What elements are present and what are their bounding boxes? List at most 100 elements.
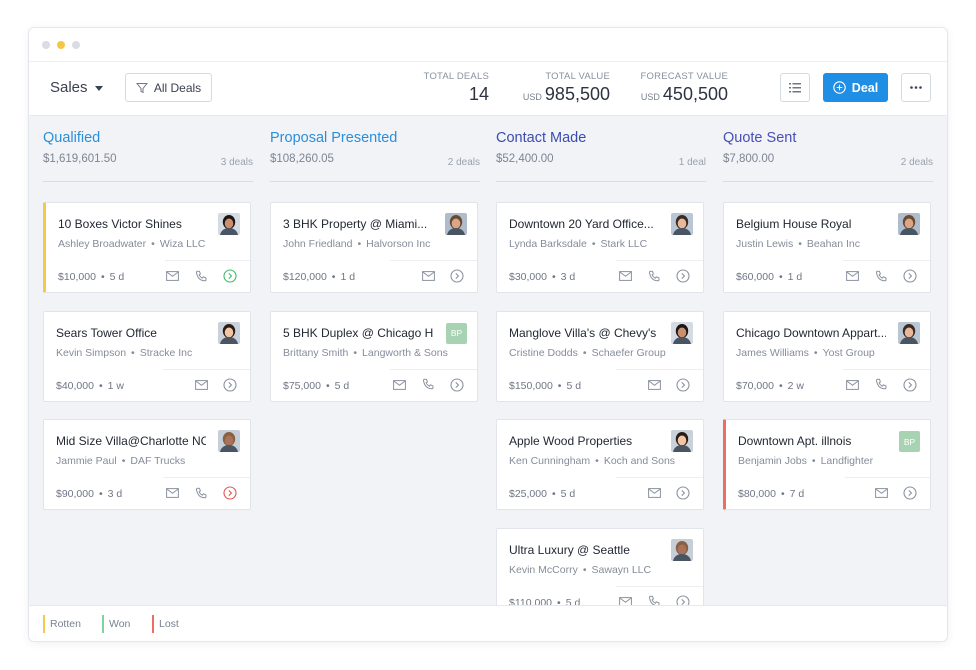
mail-icon[interactable] <box>843 376 861 394</box>
chevron-right-circle-icon[interactable] <box>221 267 239 285</box>
avatar <box>218 430 240 452</box>
mail-icon[interactable] <box>616 267 634 285</box>
window-dot-2[interactable] <box>57 41 65 49</box>
deal-title[interactable]: Chicago Downtown Appart... <box>736 326 886 340</box>
chevron-right-circle-icon[interactable] <box>901 484 919 502</box>
mail-icon[interactable] <box>163 267 181 285</box>
deal-person[interactable]: Jammie Paul <box>56 455 117 467</box>
mail-icon[interactable] <box>843 267 861 285</box>
deal-value: $80,000 <box>738 488 776 500</box>
chevron-right-circle-icon[interactable] <box>901 267 919 285</box>
deal-person[interactable]: Brittany Smith <box>283 347 348 359</box>
deal-card[interactable]: Downtown 20 Yard Office... Lynda Barksdal… <box>496 202 704 293</box>
deal-card[interactable]: Ultra Luxury @ Seattle Kevin McCorry • Sawa… <box>496 527 704 607</box>
list-view-button[interactable] <box>780 73 810 102</box>
separator-dot: • <box>582 346 587 359</box>
deal-title[interactable]: Manglove Villa's @ Chevy's <box>509 326 656 340</box>
column-title[interactable]: Quote Sent <box>723 130 933 146</box>
deal-person[interactable]: Ashley Broadwater <box>58 238 146 250</box>
deal-title[interactable]: Mid Size Villa@Charlotte NC <box>56 434 206 448</box>
deal-title[interactable]: 10 Boxes Victor Shines <box>58 217 182 231</box>
deal-organization[interactable]: Wiza LLC <box>160 238 206 250</box>
phone-icon[interactable] <box>645 267 663 285</box>
filter-button[interactable]: All Deals <box>125 73 212 102</box>
deal-person[interactable]: John Friedland <box>283 238 352 250</box>
deal-title[interactable]: Sears Tower Office <box>56 326 157 340</box>
column-title[interactable]: Proposal Presented <box>270 130 480 146</box>
deal-card[interactable]: 10 Boxes Victor Shines Ashley Broadwater •… <box>43 202 251 293</box>
chevron-right-circle-icon[interactable] <box>448 267 466 285</box>
deal-organization[interactable]: Yost Group <box>823 347 875 359</box>
mail-icon[interactable] <box>645 484 663 502</box>
phone-icon[interactable] <box>872 376 890 394</box>
stat-value: 14 <box>424 84 489 105</box>
separator-dot: • <box>813 346 818 359</box>
phone-icon[interactable] <box>419 376 437 394</box>
chevron-right-circle-icon[interactable] <box>448 376 466 394</box>
chevron-right-circle-icon[interactable] <box>221 484 239 502</box>
window-dot-1[interactable] <box>42 41 50 49</box>
deal-person[interactable]: James Williams <box>736 347 809 359</box>
phone-icon[interactable] <box>192 484 210 502</box>
mail-icon[interactable] <box>872 484 890 502</box>
deal-title[interactable]: Downtown Apt. illnois <box>738 434 851 448</box>
deal-organization[interactable]: Landfighter <box>821 455 874 467</box>
deal-organization[interactable]: Halvorson Inc <box>366 238 430 250</box>
mail-icon[interactable] <box>192 376 210 394</box>
deal-person[interactable]: Ken Cunningham <box>509 455 590 467</box>
avatar <box>671 538 693 561</box>
deal-organization[interactable]: Beahan Inc <box>807 238 860 250</box>
deal-card[interactable]: Manglove Villa's @ Chevy's Cristine Dodds… <box>496 310 704 402</box>
phone-icon[interactable] <box>872 267 890 285</box>
chevron-right-circle-icon[interactable] <box>674 484 692 502</box>
card-actions <box>843 267 919 285</box>
deal-person[interactable]: Cristine Dodds <box>509 347 578 359</box>
status-legend: Rotten Won Lost <box>29 605 947 641</box>
deal-organization[interactable]: Stracke Inc <box>140 347 193 359</box>
deal-title[interactable]: Downtown 20 Yard Office... <box>509 217 654 231</box>
deal-person[interactable]: Kevin Simpson <box>56 347 126 359</box>
mail-icon[interactable] <box>163 484 181 502</box>
mail-icon[interactable] <box>390 376 408 394</box>
chevron-right-circle-icon[interactable] <box>674 376 692 394</box>
deal-organization[interactable]: Langworth & Sons <box>362 347 448 359</box>
deal-title[interactable]: Apple Wood Properties <box>509 434 632 448</box>
more-button[interactable] <box>901 73 931 102</box>
deal-card[interactable]: 3 BHK Property @ Miami... John Friedland •… <box>270 202 478 293</box>
mail-icon[interactable] <box>645 376 663 394</box>
deal-card[interactable]: Sears Tower Office Kevin Simpson • Stracke … <box>43 310 251 402</box>
pipeline-select[interactable]: Sales <box>50 79 103 96</box>
mail-icon[interactable] <box>419 267 437 285</box>
stat-total-value: TOTAL VALUE USD 985,500 <box>523 71 610 105</box>
deal-card[interactable]: 5 BHK Duplex @ Chicago H... BP Brittany Sm… <box>270 310 478 402</box>
deal-title[interactable]: Belgium House Royal <box>736 217 851 231</box>
add-deal-button[interactable]: Deal <box>823 73 888 102</box>
deal-person[interactable]: Lynda Barksdale <box>509 238 587 250</box>
deal-organization[interactable]: Stark LLC <box>601 238 648 250</box>
deal-title[interactable]: Ultra Luxury @ Seattle <box>509 543 630 557</box>
deal-card[interactable]: Belgium House Royal Justin Lewis • Beahan I… <box>723 202 931 293</box>
deal-card[interactable]: Downtown Apt. illnois BP Benjamin Jobs • Lan… <box>723 419 931 510</box>
deal-title[interactable]: 5 BHK Duplex @ Chicago H... <box>283 326 433 340</box>
deal-title[interactable]: 3 BHK Property @ Miami... <box>283 217 427 231</box>
avatar <box>671 430 693 452</box>
deal-card[interactable]: Mid Size Villa@Charlotte NC Jammie Paul • D… <box>43 419 251 510</box>
window-dot-3[interactable] <box>72 41 80 49</box>
column-deal-count: 3 deals <box>220 157 253 168</box>
deal-organization[interactable]: Schaefer Group <box>592 347 666 359</box>
chevron-right-circle-icon[interactable] <box>674 267 692 285</box>
deal-organization[interactable]: DAF Trucks <box>130 455 185 467</box>
deal-organization[interactable]: Sawayn LLC <box>592 564 652 576</box>
deal-card[interactable]: Chicago Downtown Appart... James Williams… <box>723 310 931 402</box>
column-title[interactable]: Qualified <box>43 130 253 146</box>
deal-person[interactable]: Benjamin Jobs <box>738 455 807 467</box>
chevron-right-circle-icon[interactable] <box>901 376 919 394</box>
deal-organization[interactable]: Koch and Sons <box>604 455 675 467</box>
deal-card[interactable]: Apple Wood Properties Ken Cunningham • Koch… <box>496 419 704 510</box>
currency-label: USD <box>640 92 660 102</box>
deal-person[interactable]: Kevin McCorry <box>509 564 578 576</box>
phone-icon[interactable] <box>192 267 210 285</box>
deal-person[interactable]: Justin Lewis <box>736 238 793 250</box>
column-title[interactable]: Contact Made <box>496 130 706 146</box>
chevron-right-circle-icon[interactable] <box>221 376 239 394</box>
